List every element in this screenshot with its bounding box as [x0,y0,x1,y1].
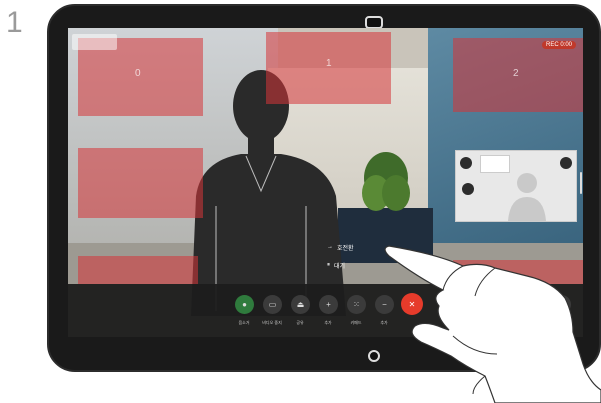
step-number: 1 [6,6,23,39]
self-view-handle[interactable] [580,172,582,194]
mute-button[interactable]: ● [235,295,254,314]
share-icon: ⏏ [296,300,305,309]
self-view-person [508,173,546,221]
zone-label-1: 1 [326,58,332,69]
recording-badge: REC 0:00 [542,41,577,49]
microphone-icon: ● [242,300,247,309]
plus-icon: + [326,300,331,309]
menu-item-label: 호전환 [337,245,354,252]
pointing-hand-illustration [384,245,601,403]
self-view-settings-icon[interactable] [560,157,572,169]
face-zone-2: 2 [453,38,583,112]
keypad-icon: ⁙ [353,300,360,309]
pause-icon: ⏸ [327,261,331,268]
plant-icon [362,152,410,211]
face-zone-4 [78,256,198,284]
keypad-button[interactable]: ⁙ [347,295,366,314]
menu-item-label: 대기 [334,263,346,270]
self-view-avatar-icon[interactable] [460,157,472,169]
zone-label-0: 0 [135,68,141,79]
share-button[interactable]: ⏏ [291,295,310,314]
self-view-panel[interactable] [455,150,577,222]
add-button[interactable]: + [319,295,338,314]
self-view-mute-icon[interactable] [462,183,474,195]
info-overlay [72,34,117,50]
face-zone-1: 1 [266,32,391,104]
camera-icon: ▭ [268,300,277,309]
face-zone-3 [78,148,203,218]
stop-video-button[interactable]: ▭ [263,295,282,314]
zone-label-2: 2 [513,68,519,79]
arrow-right-icon: → [327,244,333,250]
